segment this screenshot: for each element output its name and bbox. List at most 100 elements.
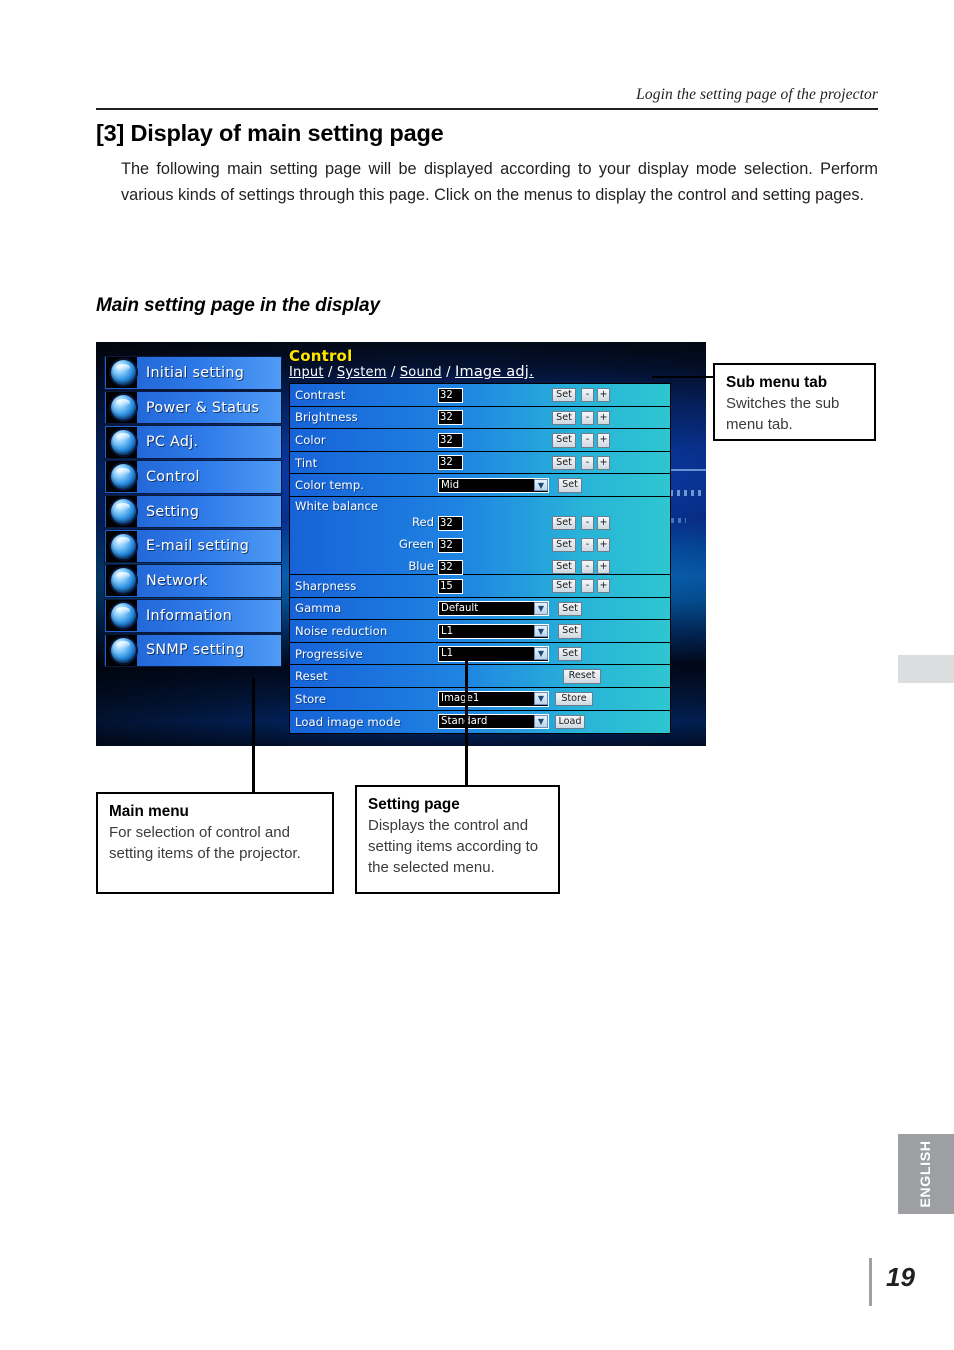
increment-button[interactable]: + [597,578,610,594]
set-button[interactable]: Set [552,578,576,594]
sidebar-item-label: Network [146,572,208,589]
sub-menu-tab-bar[interactable]: Input / System / Sound / Image adj. [289,364,534,380]
chevron-down-icon[interactable]: ▼ [534,647,548,660]
tab-sound[interactable]: Sound [400,365,442,380]
load-image-mode-dropdown[interactable]: Standard▼ [438,713,549,730]
tab-input[interactable]: Input [289,365,324,380]
store-dropdown[interactable]: Image1 ▼ [438,691,549,707]
set-button[interactable]: Set [552,455,576,471]
sidebar-item-initial-setting[interactable]: Initial setting [104,356,282,390]
setting-label: Load image mode [295,714,401,729]
decrement-button[interactable]: - [581,559,594,575]
reset-button[interactable]: Reset [563,669,601,684]
snmp-icon-box [106,634,137,666]
set-button[interactable]: Set [558,646,582,662]
chevron-down-icon[interactable]: ▼ [534,478,548,492]
chevron-down-icon[interactable]: ▼ [534,601,548,615]
contrast-input[interactable]: 32 [438,387,463,403]
increment-button[interactable]: + [597,433,610,448]
sidebar-item-control[interactable]: Control [104,460,282,494]
chevron-down-icon[interactable]: ▼ [534,714,548,728]
setting-row-load-image-mode: Load image mode Standard▼ Load [290,710,670,734]
white-balance-blue-input[interactable]: 32 [438,559,463,575]
decrement-button[interactable]: - [581,537,594,553]
increment-button[interactable]: + [597,537,610,553]
pc-adj-icon-box [106,426,137,458]
set-button[interactable]: Set [558,478,582,493]
sharpness-input[interactable]: 15 [438,578,463,594]
tint-input[interactable]: 32 [438,455,463,471]
tab-system[interactable]: System [337,365,387,380]
progressive-dropdown[interactable]: L1 ▼ [438,646,549,662]
sidebar-item-setting[interactable]: Setting [104,494,282,529]
white-balance-row-green: Green 32 Set - + [290,535,670,557]
sidebar-item-label: Power & Status [146,399,260,416]
white-balance-channel-label: Blue [408,559,434,574]
callout-title: Setting page [368,796,460,813]
sidebar-item-snmp-setting[interactable]: SNMP setting [104,633,282,668]
set-button[interactable]: Set [552,515,576,531]
color-input[interactable]: 32 [438,432,463,448]
set-button[interactable]: Set [558,601,582,616]
setting-label: Contrast [295,387,346,402]
sidebar-item-power-status[interactable]: Power & Status [104,390,282,425]
increment-button[interactable]: + [597,515,610,531]
decrement-button[interactable]: - [581,515,594,531]
set-button[interactable]: Set [552,433,576,448]
callout-text: Switches the sub menu tab. [726,395,840,433]
callout-title: Main menu [109,803,189,820]
decrement-button[interactable]: - [581,578,594,594]
chapter-tab-marker [898,655,954,683]
setting-label: Gamma [295,601,342,616]
sidebar-item-network[interactable]: Network [104,564,282,598]
subsection-heading: Main setting page in the display [96,295,380,316]
sidebar-item-label: Initial setting [146,364,245,381]
sidebar-item-information[interactable]: Information [104,598,282,633]
set-button[interactable]: Set [552,559,576,575]
set-button[interactable]: Set [552,410,576,425]
callout-title: Sub menu tab [726,374,828,391]
decrement-button[interactable]: - [581,410,594,425]
set-button[interactable]: Set [558,624,582,639]
decrement-button[interactable]: - [581,455,594,471]
tab-image-adj[interactable]: Image adj. [455,364,534,380]
panel-title: Control [289,347,353,365]
gamma-dropdown[interactable]: Default ▼ [438,600,549,617]
setting-row-white-balance: White balance Red 32 Set - + Green 32 Set - + Blue 3… [290,496,670,575]
increment-button[interactable]: + [597,388,610,403]
callout-text: For selection of control and setting ite… [109,824,301,862]
increment-button[interactable]: + [597,559,610,575]
header-rule [96,108,878,111]
section-title: Display of main setting page [130,120,444,146]
setting-row-gamma: Gamma Default ▼ Set [290,597,670,621]
white-balance-label: White balance [295,498,379,513]
color-temp-dropdown[interactable]: Mid ▼ [438,477,549,494]
power-status-icon-box [106,392,137,424]
setting-label: Tint [295,455,318,470]
brightness-input[interactable]: 32 [438,410,463,426]
noise-reduction-dropdown[interactable]: L1 ▼ [438,623,549,639]
setting-label: Store [295,691,327,706]
main-menu: Initial setting Power & Status PC Adj. Cont… [104,356,282,668]
section-number: [3] [96,120,125,146]
setting-label: Sharpness [295,578,357,593]
increment-button[interactable]: + [597,410,610,425]
sidebar-item-e-mail-setting[interactable]: E-mail setting [104,529,282,564]
sidebar-item-pc-adj[interactable]: PC Adj. [104,425,282,460]
decrement-button[interactable]: - [581,388,594,403]
power-status-icon [110,395,136,421]
decrement-button[interactable]: - [581,433,594,448]
increment-button[interactable]: + [597,455,610,471]
tab-separator: / [441,365,456,380]
white-balance-green-input[interactable]: 32 [438,537,463,553]
network-icon [110,568,136,594]
set-button[interactable]: Set [552,388,576,403]
chevron-down-icon[interactable]: ▼ [534,624,548,638]
chevron-down-icon[interactable]: ▼ [534,692,548,705]
language-tab-label: ENGLISH [918,1140,934,1208]
store-button[interactable]: Store [555,691,593,707]
set-button[interactable]: Set [552,537,576,553]
white-balance-red-input[interactable]: 32 [438,515,463,531]
load-button[interactable]: Load [555,714,585,729]
setting-row-progressive: Progressive L1 ▼ Set [290,642,670,666]
